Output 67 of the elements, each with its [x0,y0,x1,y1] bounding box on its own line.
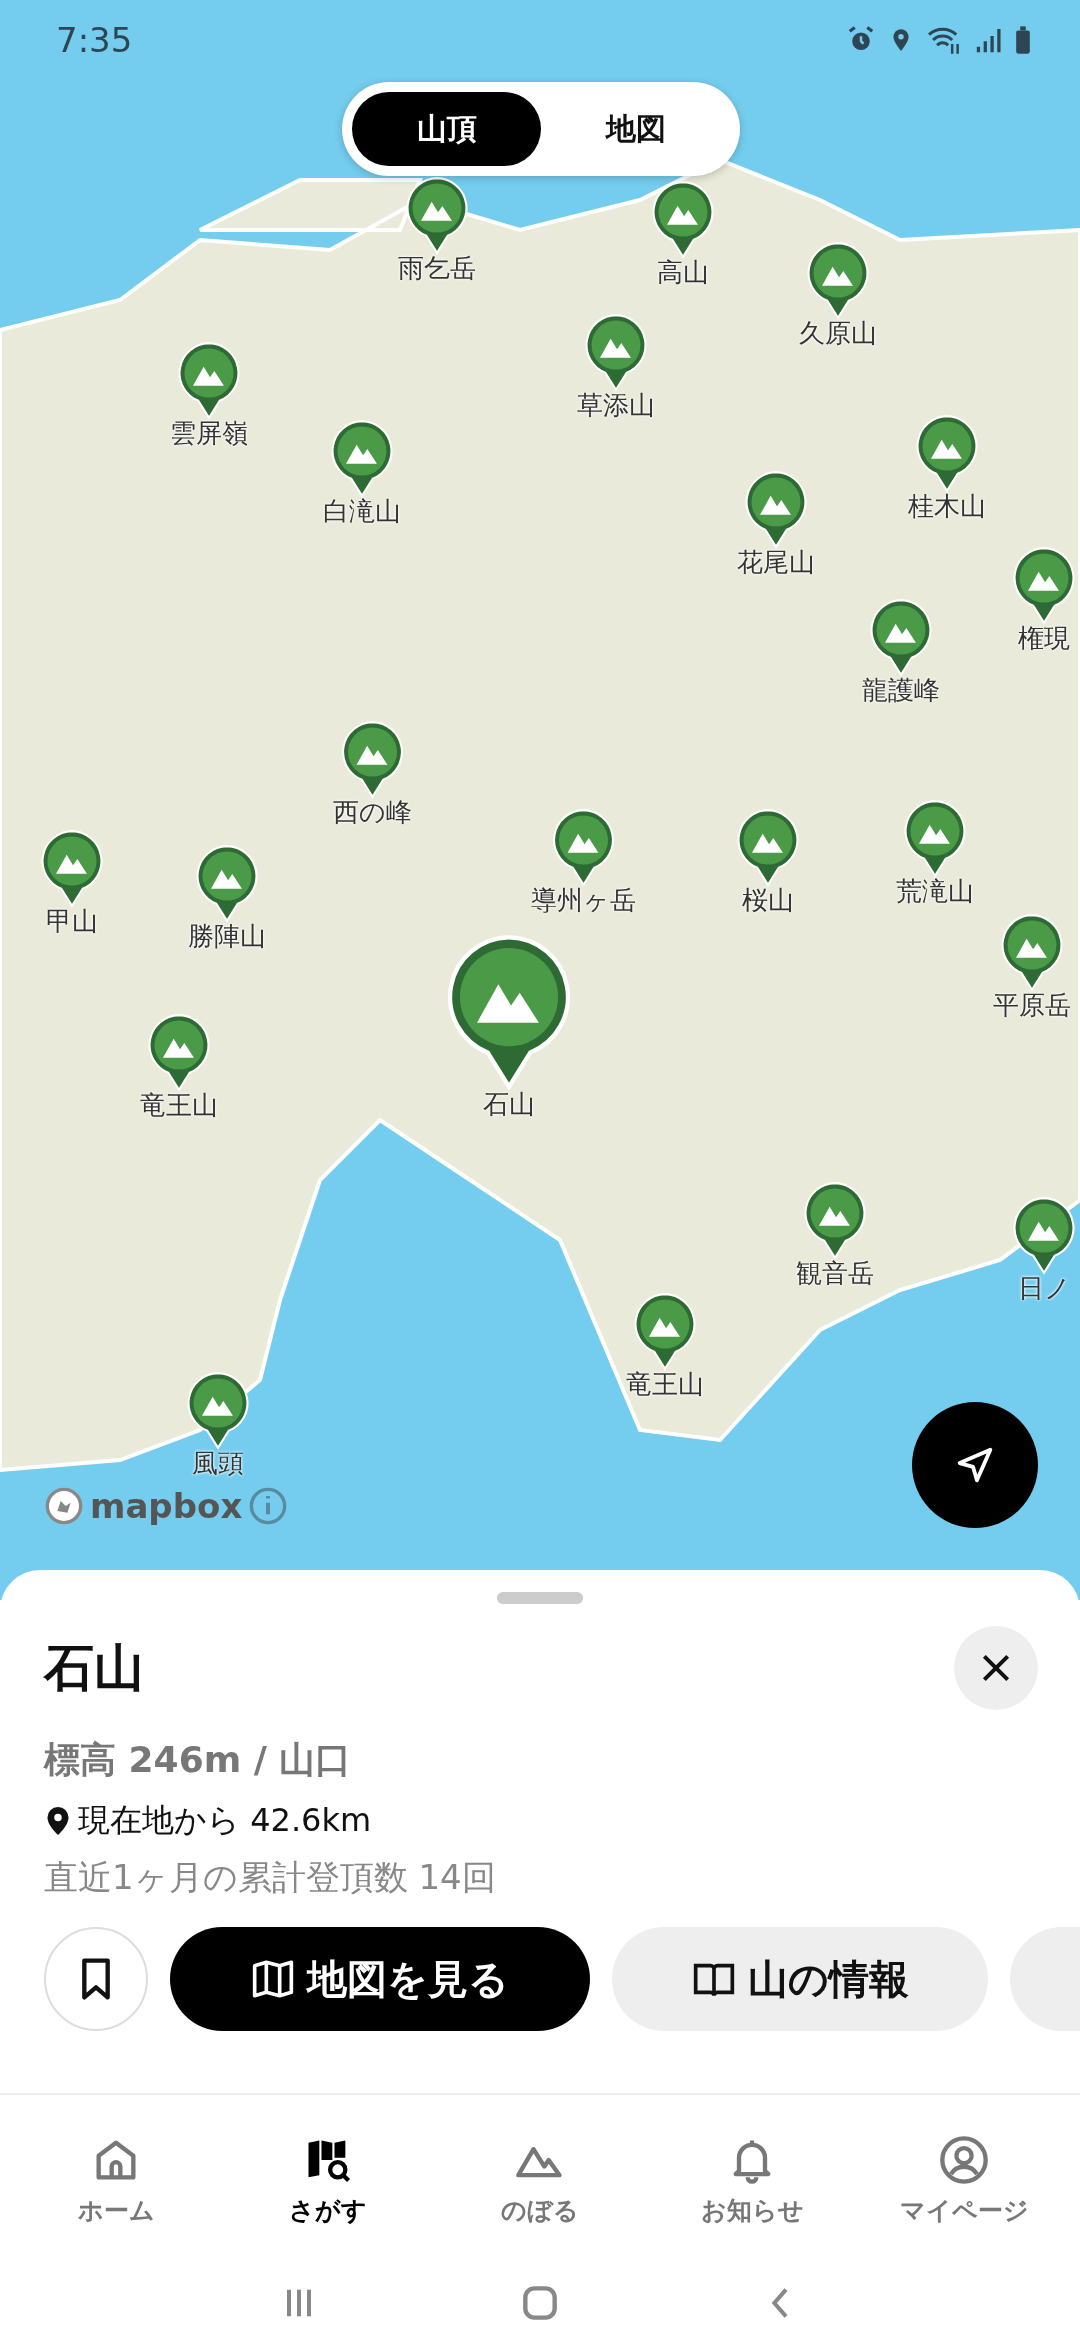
mountain-pin-icon[interactable] [803,1181,868,1261]
mountain-pin-icon[interactable] [1012,545,1077,625]
peak-label: 龍護峰 [862,673,940,707]
map-icon [251,1959,295,1999]
profile-icon [938,2133,990,2186]
drag-handle[interactable] [497,1592,583,1604]
peak-label: 勝陣山 [187,920,266,954]
peak-label: 久原山 [799,317,878,351]
mountain-pin-icon[interactable] [633,1291,698,1371]
mountain-name: 石山 [44,1637,144,1699]
mapbox-wordmark: mapbox [90,1486,243,1526]
mountain-pin-icon[interactable] [1012,1196,1077,1276]
wifi-icon [926,25,962,55]
mountain-pin-icon[interactable] [551,808,616,888]
mountain-pin-icon[interactable] [330,418,395,498]
nav-tab[interactable]: マイページ [858,2095,1070,2265]
peak-label: 雨乞岳 [398,251,477,285]
nav-tab[interactable]: ホーム [10,2095,222,2265]
mountain-pin-icon[interactable] [147,1012,211,1092]
peak-label: 平原岳 [993,988,1072,1022]
peak-label: 西の峰 [333,796,413,830]
mountain-pin-icon[interactable] [736,808,801,888]
toggle-tab[interactable]: 山頂 [352,92,541,166]
climb-count-text: 直近1ヶ月の累計登頂数 14回 [44,1856,497,1899]
nav-tab[interactable]: お知らせ [646,2095,858,2265]
mountain-pin-icon[interactable] [915,414,980,494]
peak-label: 草添山 [577,389,656,423]
peak-label: 桂木山 [908,490,987,524]
nav-tab[interactable]: さがす [222,2095,434,2265]
mountain-pin-icon[interactable] [194,844,259,924]
peak-label: 竜王山 [140,1088,218,1122]
peak-label: 桜山 [742,884,795,918]
peak-label: 観音岳 [796,1257,875,1291]
mountain-pin-icon[interactable] [869,597,933,677]
map-view[interactable]: 7:35 山頂 地図 雨乞岳 高山 久原山 草添山 雲屏嶺 白滝山 桂木山 花尾山 権現 龍護峰 西の峰 導州ヶ岳 桜山 荒滝山 甲山 勝陣山 平原岳 竜王山 石山 観音岳 日ノ 竜王山 風頭 mapbox [0,0,1080,1600]
nav-tab[interactable]: のぼる [434,2095,646,2265]
mountain-pin-icon[interactable] [185,1370,250,1450]
mountain-pin-icon[interactable] [806,241,871,321]
mountain-pin-icon[interactable] [176,341,241,421]
peak-label: 風頭 [191,1446,244,1480]
mountain-pin-icon[interactable] [405,175,470,255]
mountain-pin-icon[interactable] [340,720,405,800]
peak-label: 荒滝山 [896,875,975,909]
mapbox-logo-icon [44,1486,84,1526]
distance-text: 現在地から 42.6km [78,1800,372,1841]
mountain-pin-icon[interactable] [1000,912,1065,992]
mountain-pin-icon[interactable] [743,469,808,549]
peak-label: 甲山 [45,905,98,939]
peak-label: 権現 [1018,621,1071,655]
elevation-text: 標高 246m / 山口 [44,1738,353,1782]
peak-label: 石山 [482,1088,535,1122]
mountain-pin-icon[interactable] [651,180,716,260]
peak-label: 日ノ [1017,1272,1071,1306]
peak-label: 導州ヶ岳 [530,884,636,918]
peak-label: 雲屏嶺 [169,417,248,451]
status-time: 7:35 [56,20,133,60]
toggle-tab[interactable]: 地図 [541,92,730,166]
peak-label: 花尾山 [736,545,815,579]
peak-label: 竜王山 [626,1367,705,1401]
mountain-info-button[interactable]: 山の情報 [612,1927,988,2031]
battery-icon [1014,25,1032,55]
mountain-pin-icon[interactable] [39,829,104,909]
mountain-pin-icon[interactable] [903,799,968,879]
view-map-button[interactable]: 地図を見る [170,1927,590,2031]
mountain-pin-icon[interactable] [584,313,649,393]
peak-label: 白滝山 [323,494,402,528]
peak-label: 高山 [657,256,710,290]
